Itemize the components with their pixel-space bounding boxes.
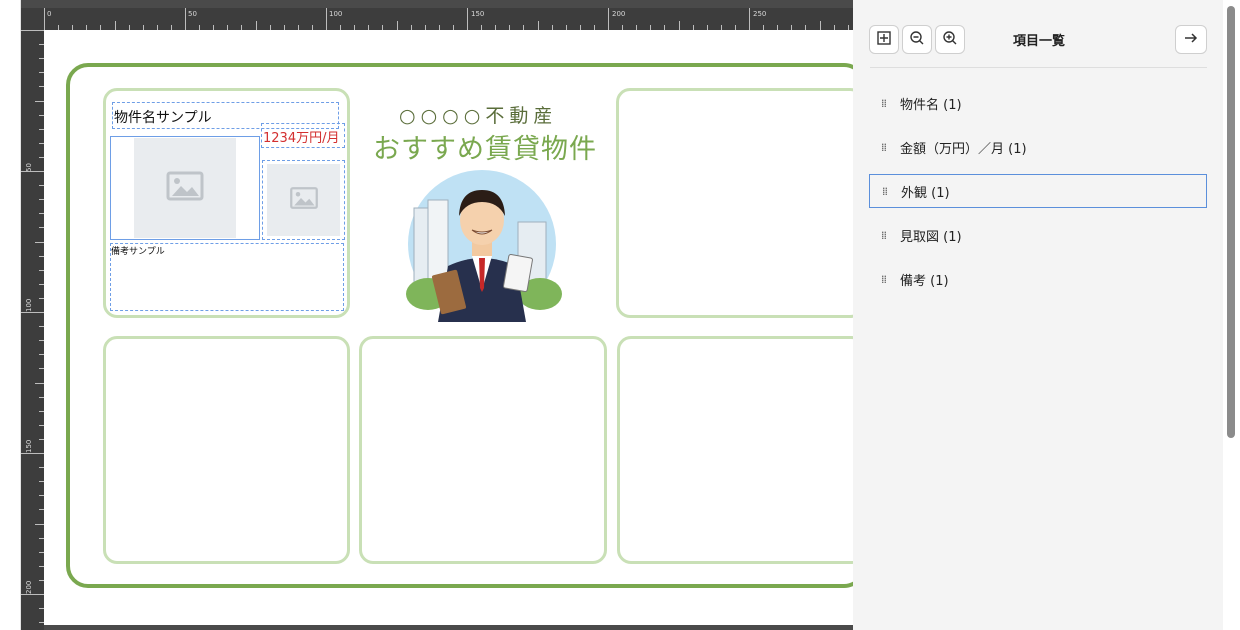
ruler-label: 150 <box>25 439 33 453</box>
ruler-tick <box>537 21 539 30</box>
ruler-label: 200 <box>612 10 626 18</box>
field-item-label: 見取図 (1) <box>900 229 962 245</box>
ruler-tick <box>44 8 45 30</box>
ruler-tick <box>819 21 821 30</box>
ruler-label: 0 <box>47 10 52 18</box>
field-item-label: 外観 (1) <box>901 185 950 201</box>
panel-scrollbar[interactable] <box>1223 0 1240 630</box>
drag-handle-icon[interactable]: ⁞⁞ <box>881 229 893 242</box>
field-item-label: 物件名 (1) <box>900 97 962 113</box>
ruler-label: 250 <box>753 10 767 18</box>
fit-to-screen-button[interactable] <box>869 25 899 54</box>
ruler-tick <box>608 8 609 30</box>
drag-handle-icon[interactable]: ⁞⁞ <box>882 185 894 198</box>
exterior-image-field[interactable] <box>110 136 260 240</box>
arrow-right-icon <box>1183 30 1199 50</box>
zoom-out-icon <box>909 30 925 50</box>
ruler-tick <box>21 594 44 595</box>
left-gutter <box>0 0 21 630</box>
field-item-exterior[interactable]: ⁞⁞ 外観 (1) <box>869 174 1207 208</box>
ruler-tick <box>21 171 44 172</box>
ruler-tick <box>35 100 44 102</box>
property-card-empty[interactable] <box>359 336 607 564</box>
field-item-label: 備考 (1) <box>900 273 949 289</box>
ruler-tick <box>21 30 44 31</box>
field-item-floorplan[interactable]: ⁞⁞ 見取図 (1) <box>869 218 1207 252</box>
ruler-tick <box>35 382 44 384</box>
panel-divider <box>870 67 1207 68</box>
company-name: ○○○○不動産 <box>399 105 558 127</box>
zoom-in-icon <box>942 30 958 50</box>
ruler-label: 150 <box>471 10 485 18</box>
note-text: 備考サンプル <box>111 247 165 257</box>
ruler-tick <box>35 241 44 243</box>
image-placeholder-icon <box>166 170 204 206</box>
property-card-empty[interactable] <box>103 336 350 564</box>
ruler-tick <box>185 8 186 30</box>
drag-handle-icon[interactable]: ⁞⁞ <box>881 97 893 110</box>
zoom-out-button[interactable] <box>902 25 932 54</box>
ruler-tick <box>678 21 680 30</box>
ruler-label: 200 <box>25 580 33 594</box>
field-item-price[interactable]: ⁞⁞ 金額（万円）／月 (1) <box>869 130 1207 164</box>
ruler-corner <box>21 8 44 30</box>
drag-handle-icon[interactable]: ⁞⁞ <box>881 273 893 286</box>
field-item-notes[interactable]: ⁞⁞ 備考 (1) <box>869 262 1207 296</box>
ruler-tick <box>749 8 750 30</box>
property-card-empty[interactable] <box>616 88 853 318</box>
ruler-tick <box>114 21 116 30</box>
fit-frame-icon <box>876 30 892 50</box>
price-label: 1234万円/月 <box>263 131 340 146</box>
ruler-label: 100 <box>329 10 343 18</box>
panel-title: 項目一覧 <box>1013 34 1066 49</box>
property-name: 物件名サンプル <box>114 110 212 126</box>
flyer-headline: おすすめ賃貸物件 <box>373 134 597 165</box>
field-item-label: 金額（万円）／月 (1) <box>900 141 1027 157</box>
ruler-tick <box>396 21 398 30</box>
exterior-image-placeholder <box>134 138 236 238</box>
property-card-empty[interactable] <box>617 336 853 564</box>
floorplan-image-field[interactable] <box>262 160 345 240</box>
ruler-label: 50 <box>188 10 197 18</box>
vertical-ruler: 50 100 150 200 <box>21 30 44 630</box>
ruler-tick <box>35 523 44 525</box>
field-item-property-name[interactable]: ⁞⁞ 物件名 (1) <box>869 86 1207 120</box>
ruler-tick <box>255 21 257 30</box>
ruler-tick <box>21 453 44 454</box>
ruler-tick <box>326 8 327 30</box>
drag-handle-icon[interactable]: ⁞⁞ <box>881 141 893 154</box>
flyer-page[interactable]: 物件名サンプル 1234万円/月 備考サンプル ○○○○不動産 おすすめ賃貸物件 <box>44 30 853 625</box>
ruler-label: 100 <box>25 298 33 312</box>
scrollbar-thumb[interactable] <box>1227 6 1235 438</box>
ruler-tick <box>21 312 44 313</box>
horizontal-ruler: 0 50 100 150 200 250 <box>44 8 853 30</box>
image-placeholder-icon <box>289 186 319 214</box>
ruler-tick <box>467 8 468 30</box>
design-canvas[interactable]: 0 50 100 150 200 250 50 100 150 200 物件名サ… <box>21 0 853 630</box>
next-button[interactable] <box>1175 25 1207 54</box>
floorplan-image-placeholder <box>267 164 340 236</box>
realtor-illustration <box>402 170 562 322</box>
zoom-in-button[interactable] <box>935 25 965 54</box>
